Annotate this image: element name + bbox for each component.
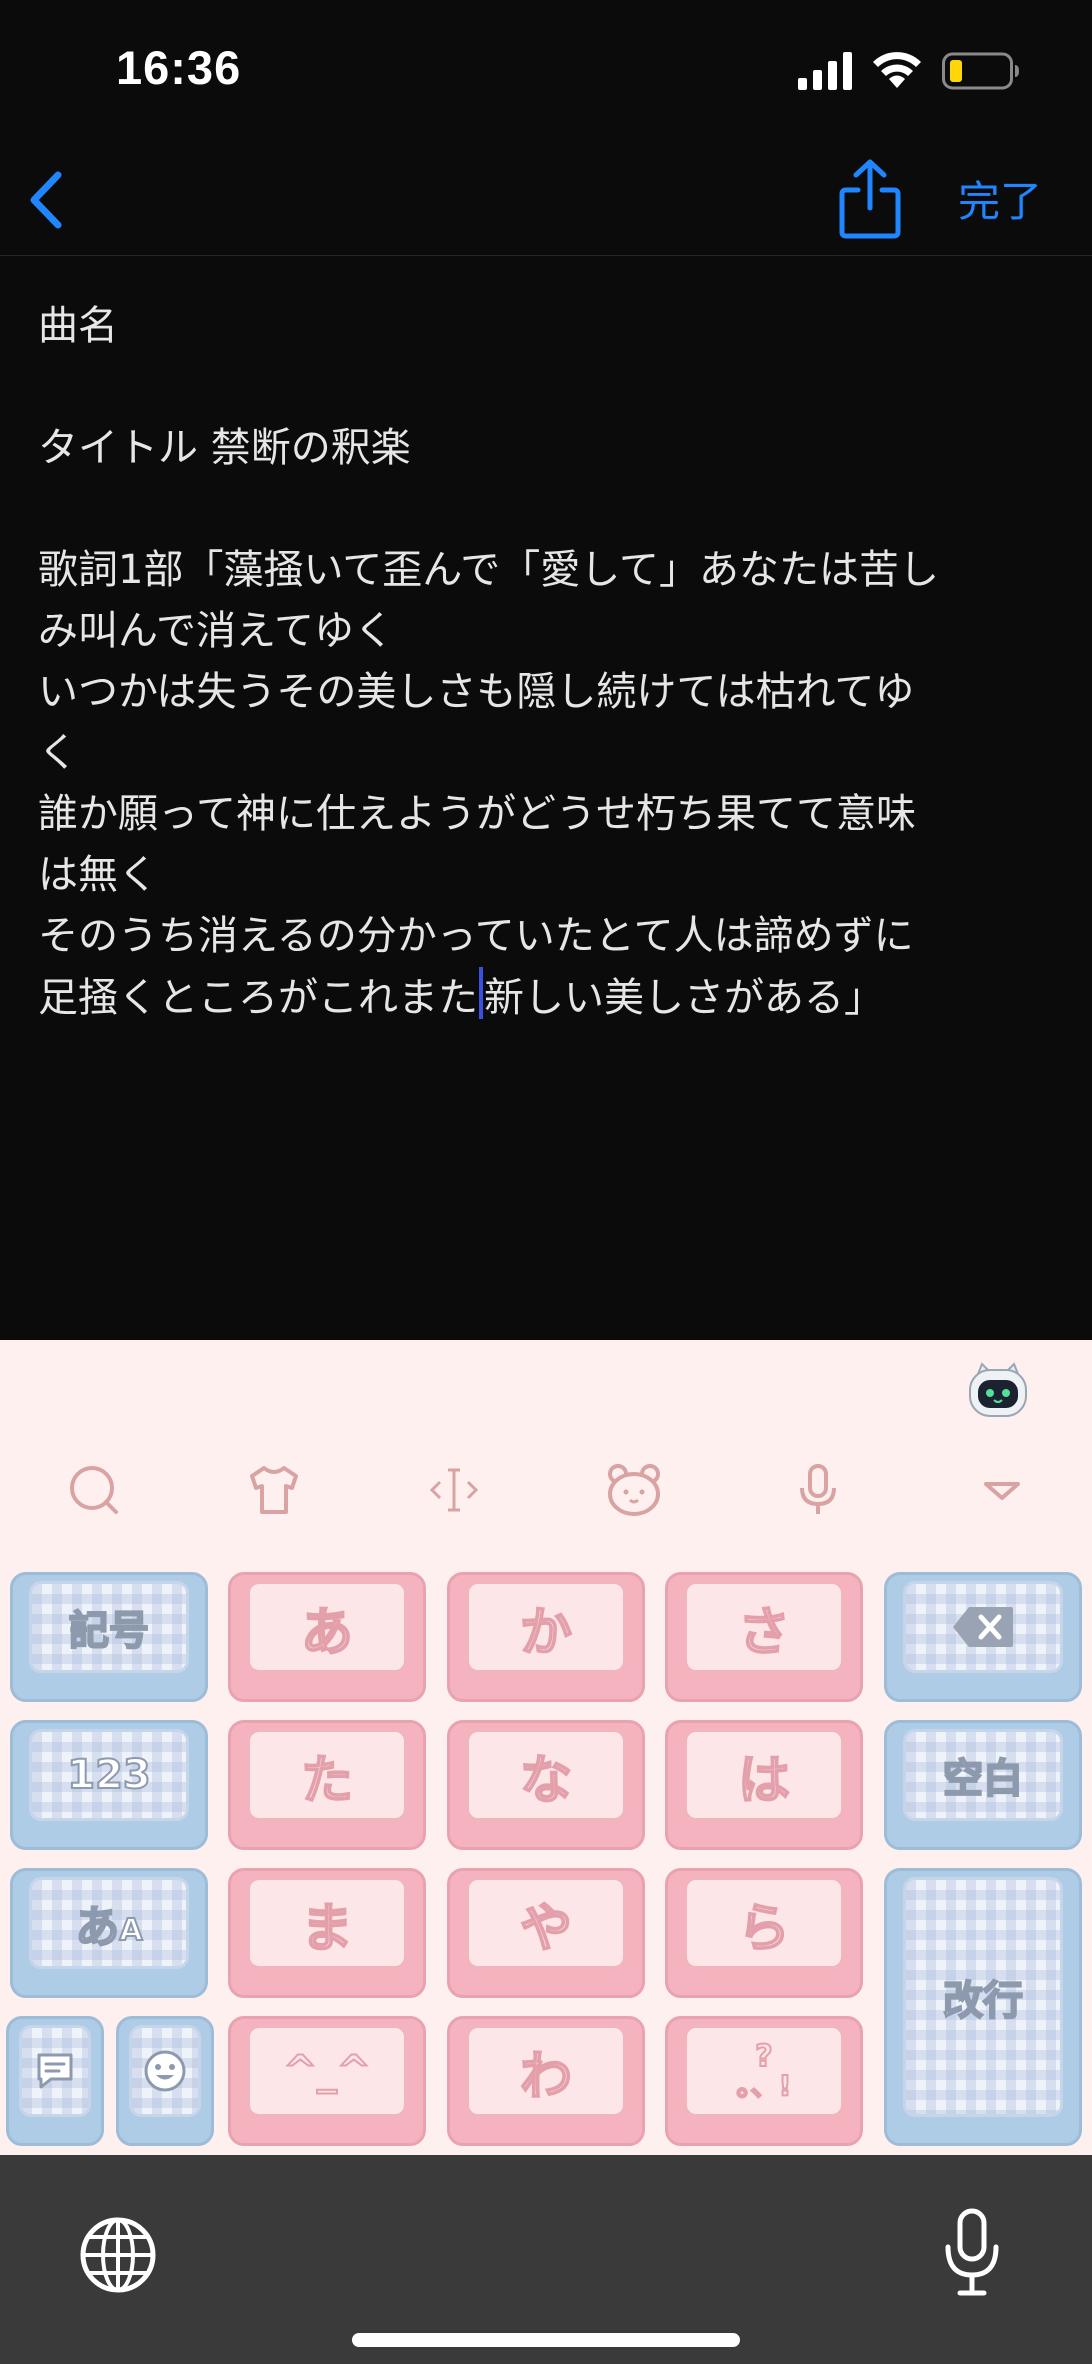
note-line: 曲名 — [38, 303, 118, 349]
emoji-key[interactable] — [116, 2016, 214, 2146]
robot-mascot-icon[interactable] — [966, 1360, 1030, 1420]
note-line — [38, 479, 1058, 540]
smiley-face-icon — [144, 2050, 186, 2092]
kana-key-na[interactable]: な — [447, 1720, 645, 1850]
note-line: く — [38, 730, 78, 776]
kana-key-ta[interactable]: た — [228, 1720, 426, 1850]
status-bar: 16:36 — [0, 0, 1092, 140]
status-time: 16:36 — [116, 41, 242, 94]
dictation-microphone-icon[interactable] — [940, 2207, 1004, 2299]
input-mode-key[interactable]: あA — [10, 1868, 208, 1998]
keyboard: 記号 あ か さ 123 た な は 空白 あA ま や ら 改行 ^_^ わ … — [0, 1340, 1092, 2155]
navigation-bar: 完了 — [0, 140, 1092, 256]
battery-icon — [942, 52, 1019, 90]
note-line — [38, 357, 1058, 418]
done-button[interactable]: 完了 — [958, 168, 1042, 229]
symbols-key[interactable]: 記号 — [10, 1572, 208, 1702]
input-mode-kana: あ — [74, 1901, 120, 1954]
note-line: タイトル 禁断の釈楽 — [38, 425, 411, 471]
keyboard-toolbar — [0, 1340, 1092, 1555]
kana-key-ma[interactable]: ま — [228, 1868, 426, 1998]
text-after-caret: 新しい美しさがある」 — [484, 975, 884, 1021]
punctuation-marks: 。、! — [736, 2069, 793, 2102]
shirt-icon[interactable] — [244, 1460, 304, 1520]
cursor-move-icon[interactable] — [424, 1460, 484, 1520]
collapse-keyboard-icon[interactable] — [972, 1460, 1032, 1520]
kana-key-ka[interactable]: か — [447, 1572, 645, 1702]
backspace-key[interactable] — [884, 1572, 1082, 1702]
note-line: 歌詞1部「藻掻いて歪んで「愛して」あなたは苦し — [38, 547, 940, 593]
kaomoji-key[interactable]: ^_^ — [228, 2016, 426, 2146]
punctuation-key[interactable]: ? 。、! — [665, 2016, 863, 2146]
keyboard-system-bar — [0, 2155, 1092, 2364]
text-cursor — [479, 967, 483, 1019]
space-key[interactable]: 空白 — [884, 1720, 1082, 1850]
note-line: 誰か願って神に仕えようがどうせ朽ち果てて意味 — [38, 791, 916, 837]
share-icon[interactable] — [836, 158, 904, 240]
home-indicator[interactable] — [352, 2333, 740, 2347]
kana-key-a[interactable]: あ — [228, 1572, 426, 1702]
globe-icon[interactable] — [78, 2215, 158, 2295]
note-text-area[interactable]: 曲名 タイトル 禁断の釈楽 歌詞1部「藻掻いて歪んで「愛して」あなたは苦し み叫… — [38, 296, 1058, 1029]
note-line-with-caret: 足掻くところがこれまた 新しい美しさがある」 — [38, 967, 1058, 1029]
note-line: そのうち消えるの分かっていたとて人は諦めずに — [38, 913, 914, 959]
chat-bubble-icon — [37, 2053, 73, 2089]
search-icon[interactable] — [64, 1460, 124, 1520]
microphone-icon[interactable] — [788, 1460, 848, 1520]
backspace-icon — [953, 1607, 1013, 1647]
enter-key[interactable]: 改行 — [884, 1868, 1082, 2146]
bear-face-icon[interactable] — [604, 1460, 664, 1520]
back-chevron-icon[interactable] — [18, 165, 78, 235]
text-before-caret: 足掻くところがこれまた — [38, 975, 478, 1021]
number-mode-key[interactable]: 123 — [10, 1720, 208, 1850]
cellular-signal-icon — [798, 52, 852, 90]
note-line: は無く — [38, 852, 158, 898]
chat-key[interactable] — [6, 2016, 104, 2146]
punctuation-question: ? — [754, 2039, 773, 2074]
kana-key-ra[interactable]: ら — [665, 1868, 863, 1998]
note-line: いつかは失うその美しさも隠し続けては枯れてゆ — [38, 669, 915, 715]
kana-key-ya[interactable]: や — [447, 1868, 645, 1998]
note-line: み叫んで消えてゆく — [38, 608, 394, 654]
kana-key-ha[interactable]: は — [665, 1720, 863, 1850]
kana-key-sa[interactable]: さ — [665, 1572, 863, 1702]
wifi-icon — [873, 52, 921, 88]
input-mode-latin: A — [118, 1912, 143, 1949]
kana-key-wa[interactable]: わ — [447, 2016, 645, 2146]
